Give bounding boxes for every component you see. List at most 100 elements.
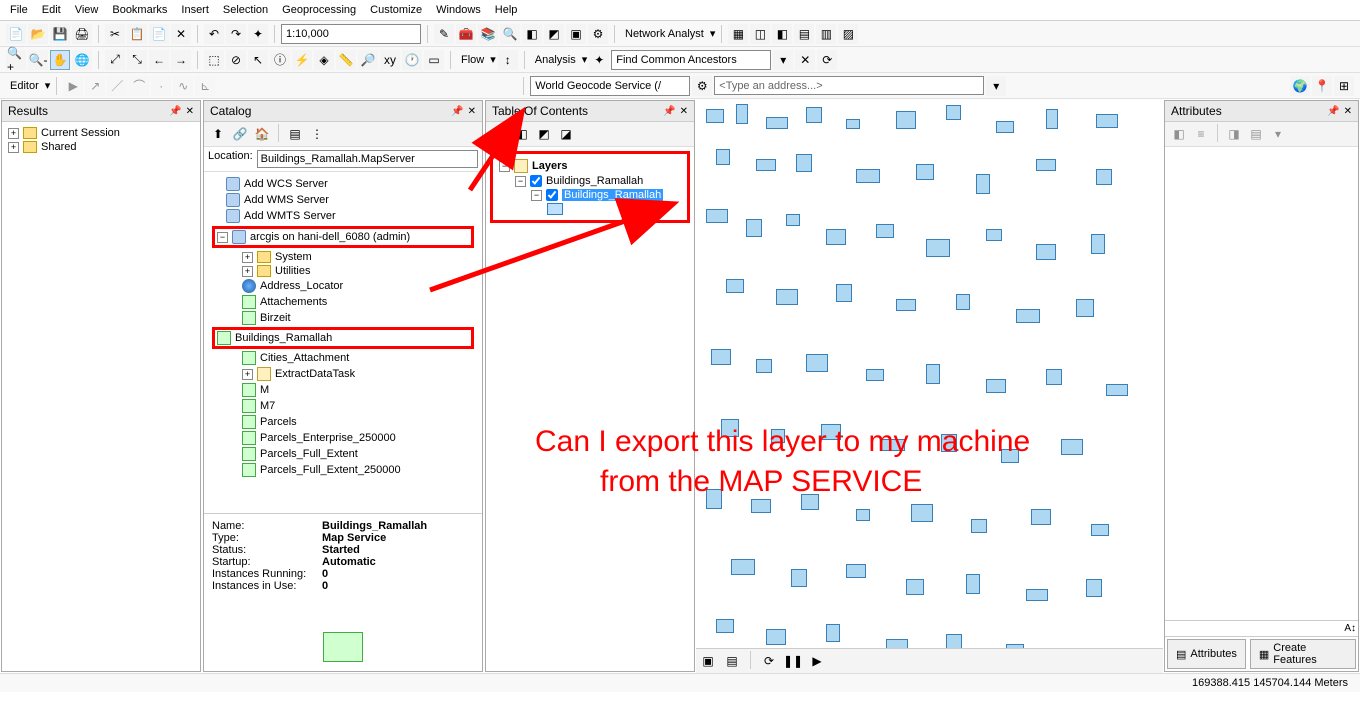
svc-item[interactable]: M7 xyxy=(260,400,275,412)
catalog-wmts[interactable]: Add WMTS Server xyxy=(244,210,336,222)
na-icon-6[interactable]: ▨ xyxy=(838,24,858,44)
toc-sublayer[interactable]: Buildings_Ramallah xyxy=(562,189,663,201)
hyperlink-icon[interactable]: ⚡ xyxy=(292,50,312,70)
edit-line-icon[interactable]: ／ xyxy=(107,76,127,96)
menu-insert[interactable]: Insert xyxy=(181,4,209,16)
forward-icon[interactable]: → xyxy=(171,50,191,70)
attr-icon-3[interactable]: ◨ xyxy=(1224,124,1244,144)
trace-icon[interactable]: ✦ xyxy=(589,50,609,70)
new-button[interactable]: 📄 xyxy=(6,24,26,44)
scale-combo[interactable] xyxy=(281,24,421,44)
delete-button[interactable]: ✕ xyxy=(171,24,191,44)
ancestors-dd[interactable]: ▾ xyxy=(773,50,793,70)
toc-root[interactable]: Layers xyxy=(532,160,567,172)
geocode-icon-1[interactable]: 🌍 xyxy=(1290,76,1310,96)
opts-icon[interactable]: ⋮ xyxy=(307,124,327,144)
up-icon[interactable]: ⬆ xyxy=(208,124,228,144)
catalog-wcs[interactable]: Add WCS Server xyxy=(244,178,328,190)
pause-icon[interactable]: ❚❚ xyxy=(783,651,803,671)
identify-icon[interactable]: ⓘ xyxy=(270,50,290,70)
pan-icon[interactable]: ✋ xyxy=(50,50,70,70)
geocode-icon-3[interactable]: ⊞ xyxy=(1334,76,1354,96)
geocode-combo[interactable] xyxy=(530,76,690,96)
layer-checkbox[interactable] xyxy=(530,175,542,187)
edit-trace-icon[interactable]: ∿ xyxy=(173,76,193,96)
list-by-sel-icon[interactable]: ◪ xyxy=(556,124,576,144)
back-icon[interactable]: ← xyxy=(149,50,169,70)
results-shared[interactable]: Shared xyxy=(41,141,76,153)
svc-buildings[interactable]: Buildings_Ramallah xyxy=(235,332,332,344)
select-icon[interactable]: ⬚ xyxy=(204,50,224,70)
menu-windows[interactable]: Windows xyxy=(436,4,481,16)
zoom-out-icon[interactable]: 🔍- xyxy=(28,50,48,70)
copy-button[interactable]: 📋 xyxy=(127,24,147,44)
sublayer-checkbox[interactable] xyxy=(546,189,558,201)
cut-button[interactable]: ✂ xyxy=(105,24,125,44)
save-button[interactable]: 💾 xyxy=(50,24,70,44)
layout-view-icon[interactable]: ▤ xyxy=(722,651,742,671)
close-icon[interactable]: ✕ xyxy=(186,106,194,117)
viewer-icon[interactable]: ▭ xyxy=(424,50,444,70)
geocode-opts-icon[interactable]: ⚙ xyxy=(692,76,712,96)
edit-arc-icon[interactable]: ⌒ xyxy=(129,76,149,96)
svc-item[interactable]: Birzeit xyxy=(260,312,291,324)
tool-icon[interactable]: ⚙ xyxy=(588,24,608,44)
data-view-icon[interactable]: ▣ xyxy=(698,651,718,671)
menu-customize[interactable]: Customize xyxy=(370,4,422,16)
catalog-utilities[interactable]: Utilities xyxy=(275,265,310,277)
pin-icon[interactable]: 📌 xyxy=(169,106,181,117)
collapse-icon[interactable]: − xyxy=(217,232,228,243)
expand-icon[interactable]: + xyxy=(242,266,253,277)
xy-icon[interactable]: xy xyxy=(380,50,400,70)
address-input[interactable] xyxy=(714,76,984,95)
flow-label[interactable]: Flow xyxy=(457,54,488,66)
editor-label[interactable]: Editor xyxy=(6,80,43,92)
attr-mode-icon[interactable]: A↕ xyxy=(1344,623,1356,634)
svc-item[interactable]: Parcels_Full_Extent_250000 xyxy=(260,464,401,476)
time-slider-icon[interactable]: 🕐 xyxy=(402,50,422,70)
pin-icon[interactable]: 📌 xyxy=(663,106,675,117)
network-analyst-label[interactable]: Network Analyst xyxy=(621,28,708,40)
python-icon[interactable]: ◧ xyxy=(522,24,542,44)
svc-item[interactable]: Cities_Attachment xyxy=(260,352,349,364)
attr-icon-2[interactable]: ≡ xyxy=(1191,124,1211,144)
undo-button[interactable]: ↶ xyxy=(204,24,224,44)
open-button[interactable]: 📂 xyxy=(28,24,48,44)
svc-item[interactable]: Parcels xyxy=(260,416,297,428)
menu-edit[interactable]: Edit xyxy=(42,4,61,16)
svc-item[interactable]: Address_Locator xyxy=(260,280,343,292)
print-button[interactable]: 🖨 xyxy=(72,24,92,44)
toc-layer[interactable]: Buildings_Ramallah xyxy=(546,175,643,187)
attr-icon-5[interactable]: ▾ xyxy=(1268,124,1288,144)
list-by-vis-icon[interactable]: ◩ xyxy=(534,124,554,144)
close-icon[interactable]: ✕ xyxy=(468,106,476,117)
analysis-label[interactable]: Analysis xyxy=(531,54,580,66)
edit-tool-icon[interactable]: ▶ xyxy=(63,76,83,96)
close-icon[interactable]: ✕ xyxy=(1344,106,1352,117)
html-popup-icon[interactable]: ◈ xyxy=(314,50,334,70)
home-icon[interactable]: 🏠 xyxy=(252,124,272,144)
catalog-system[interactable]: System xyxy=(275,251,312,263)
add-data-button[interactable]: ✦ xyxy=(248,24,268,44)
search-icon[interactable]: 🔍 xyxy=(500,24,520,44)
na-icon-5[interactable]: ▥ xyxy=(816,24,836,44)
measure-icon[interactable]: 📏 xyxy=(336,50,356,70)
flow-icon[interactable]: ↕ xyxy=(498,50,518,70)
stop-icon[interactable]: ▶ xyxy=(807,651,827,671)
svc-item[interactable]: ExtractDataTask xyxy=(275,368,355,380)
view-icon[interactable]: ▤ xyxy=(285,124,305,144)
zoom-in-icon[interactable]: 🔍+ xyxy=(6,50,26,70)
misc-icon-2[interactable]: ⟳ xyxy=(817,50,837,70)
editor-toolbar-icon[interactable]: ✎ xyxy=(434,24,454,44)
na-icon-3[interactable]: ◧ xyxy=(772,24,792,44)
misc-icon-1[interactable]: ✕ xyxy=(795,50,815,70)
close-icon[interactable]: ✕ xyxy=(680,106,688,117)
expand-icon[interactable]: + xyxy=(242,369,253,380)
pin-icon[interactable]: 📌 xyxy=(451,106,463,117)
list-by-source-icon[interactable]: ◧ xyxy=(512,124,532,144)
find-ancestors-combo[interactable] xyxy=(611,50,771,70)
pointer-icon[interactable]: ↖ xyxy=(248,50,268,70)
menu-view[interactable]: View xyxy=(75,4,99,16)
find-icon[interactable]: 🔎 xyxy=(358,50,378,70)
tab-create-features[interactable]: ▦Create Features xyxy=(1250,639,1356,669)
